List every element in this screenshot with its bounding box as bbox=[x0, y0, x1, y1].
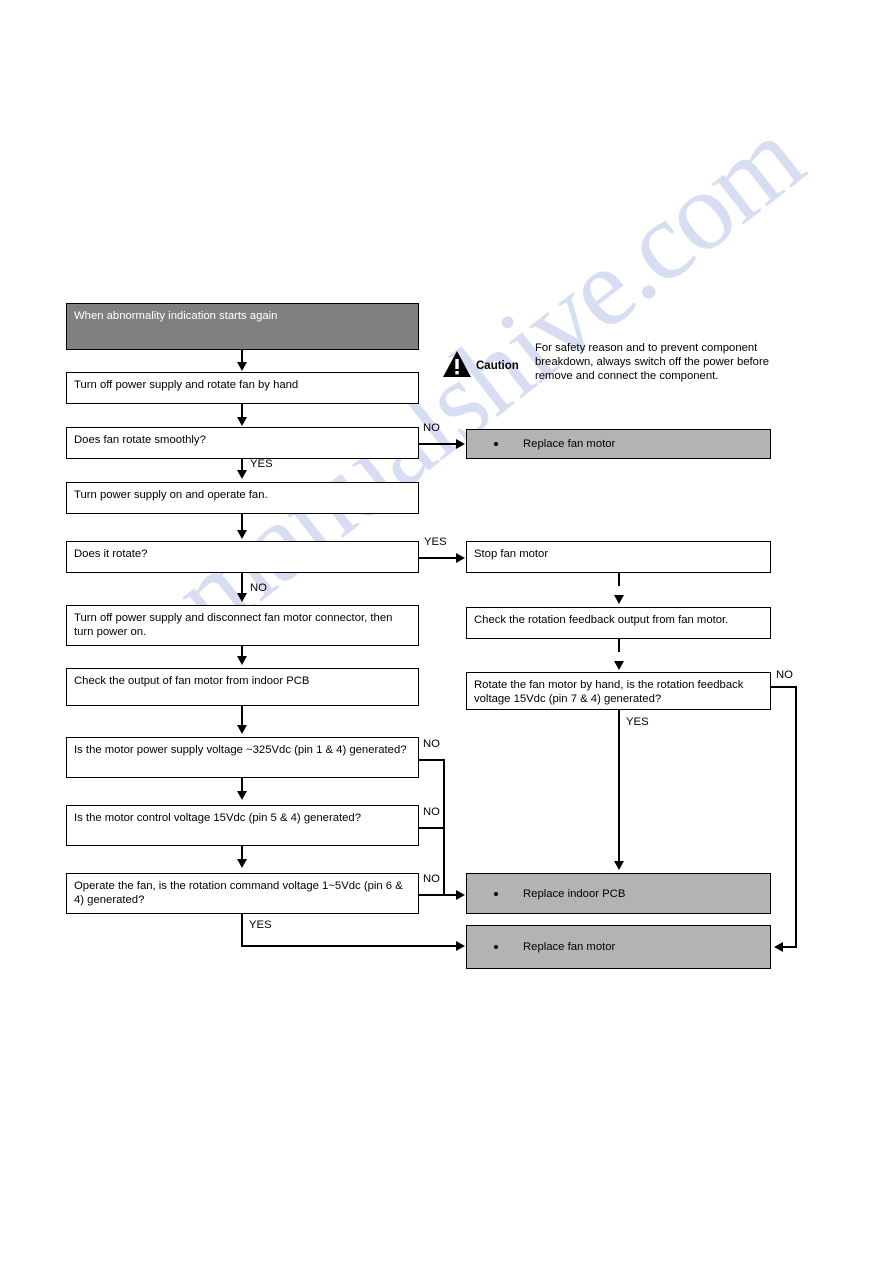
flow-node-label: Turn off power supply and rotate fan by … bbox=[74, 379, 299, 391]
arrowhead-down bbox=[237, 470, 247, 479]
flow-node-label: Turn power supply on and operate fan. bbox=[74, 489, 268, 501]
connector-l7-to-l8 bbox=[241, 778, 243, 792]
connector-no-merge-bus bbox=[443, 759, 445, 896]
caution-text: For safety reason and to prevent compone… bbox=[535, 342, 770, 383]
connector-l8-to-l9 bbox=[241, 846, 243, 860]
flow-node-label: Is the motor control voltage 15Vdc (pin … bbox=[74, 812, 361, 824]
arrowhead-left bbox=[774, 942, 783, 952]
edge-label-yes-command: YES bbox=[249, 919, 272, 931]
flow-node-label: Stop fan motor bbox=[474, 548, 549, 560]
warning-triangle-icon bbox=[443, 351, 471, 377]
connector-l4-to-l5 bbox=[241, 573, 243, 594]
connector-l9-no bbox=[419, 894, 459, 896]
connector-r3-no-top bbox=[771, 686, 797, 688]
edge-label-yes-fan-rotate: YES bbox=[250, 458, 273, 470]
edge-label-no-fan-rotate: NO bbox=[423, 422, 440, 434]
edge-label-yes-it-rotate: YES bbox=[424, 536, 447, 548]
connector-l2-no bbox=[419, 443, 459, 445]
connector-l9-yes-drop bbox=[241, 914, 243, 947]
connector-l7-no bbox=[419, 759, 445, 761]
arrowhead-right bbox=[456, 941, 465, 951]
flow-node-turn-off-rotate-by-hand: Turn off power supply and rotate fan by … bbox=[66, 372, 419, 404]
arrowhead-down bbox=[237, 593, 247, 602]
flow-node-check-output-indoor-pcb: Check the output of fan motor from indoo… bbox=[66, 668, 419, 706]
arrowhead-down bbox=[614, 861, 624, 870]
bullet-icon bbox=[494, 945, 498, 949]
arrowhead-down bbox=[237, 417, 247, 426]
arrowhead-down bbox=[237, 791, 247, 800]
flow-node-header: When abnormality indication starts again bbox=[66, 303, 419, 350]
caution-caption: Caution bbox=[476, 360, 519, 372]
flow-result-replace-fan-motor-bottom: Replace fan motor bbox=[466, 925, 771, 969]
arrowhead-down bbox=[237, 725, 247, 734]
flow-node-does-it-rotate: Does it rotate? bbox=[66, 541, 419, 573]
edge-label-yes-feedback: YES bbox=[626, 716, 649, 728]
flow-node-label: Operate the fan, is the rotation command… bbox=[74, 880, 403, 907]
arrowhead-down bbox=[237, 859, 247, 868]
flow-result-label: Replace indoor PCB bbox=[523, 887, 626, 900]
edge-label-no-command: NO bbox=[423, 873, 440, 885]
flow-node-check-rotation-feedback: Check the rotation feedback output from … bbox=[466, 607, 771, 639]
flow-node-motor-control-voltage: Is the motor control voltage 15Vdc (pin … bbox=[66, 805, 419, 846]
bullet-icon bbox=[494, 891, 498, 896]
flow-node-label: Check the output of fan motor from indoo… bbox=[74, 675, 310, 687]
arrowhead-down bbox=[614, 595, 624, 604]
arrowhead-right bbox=[456, 890, 465, 900]
flow-node-label: Check the rotation feedback output from … bbox=[474, 614, 729, 626]
connector-l3-to-l4 bbox=[241, 514, 243, 531]
edge-label-no-325vdc: NO bbox=[423, 738, 440, 750]
connector-l4-yes bbox=[419, 557, 459, 559]
connector-r2-to-r3 bbox=[618, 639, 620, 652]
flow-node-rotate-fan-feedback-voltage: Rotate the fan motor by hand, is the rot… bbox=[466, 672, 771, 710]
flow-node-turn-power-on-operate-fan: Turn power supply on and operate fan. bbox=[66, 482, 419, 514]
connector-l6-to-l7 bbox=[241, 706, 243, 726]
flow-node-label: Turn off power supply and disconnect fan… bbox=[74, 612, 393, 639]
flow-node-does-fan-rotate-smoothly: Does fan rotate smoothly? bbox=[66, 427, 419, 459]
flow-node-disconnect-fan-motor-connector: Turn off power supply and disconnect fan… bbox=[66, 605, 419, 646]
edge-label-no-15vdc: NO bbox=[423, 806, 440, 818]
flow-result-replace-fan-motor-top: Replace fan motor bbox=[466, 429, 771, 459]
edge-label-no-it-rotate: NO bbox=[250, 582, 267, 594]
flow-node-motor-power-supply-voltage: Is the motor power supply voltage ~325Vd… bbox=[66, 737, 419, 778]
arrowhead-down bbox=[237, 656, 247, 665]
connector-l8-no bbox=[419, 827, 445, 829]
flow-result-replace-indoor-pcb: Replace indoor PCB bbox=[466, 873, 771, 914]
flow-node-label: Rotate the fan motor by hand, is the rot… bbox=[474, 679, 744, 706]
arrowhead-right bbox=[456, 439, 465, 449]
connector-r3-no-bus bbox=[795, 686, 797, 948]
flow-result-label: Replace fan motor bbox=[523, 437, 616, 450]
connector-l1-to-l2 bbox=[241, 404, 243, 417]
flow-result-label: Replace fan motor bbox=[523, 940, 616, 953]
flow-node-label: Does it rotate? bbox=[74, 548, 148, 560]
arrowhead-down bbox=[237, 362, 247, 371]
arrowhead-right bbox=[456, 553, 465, 563]
connector-r3-yes bbox=[618, 710, 620, 862]
bullet-icon bbox=[494, 442, 498, 446]
edge-label-no-feedback: NO bbox=[776, 669, 793, 681]
flowchart-canvas: manualshive.com When abnormality indicat… bbox=[0, 0, 893, 1263]
connector-l9-yes-run bbox=[241, 945, 459, 947]
arrowhead-down bbox=[614, 661, 624, 670]
connector-r3-no-return bbox=[782, 946, 797, 948]
flow-node-header-label: When abnormality indication starts again bbox=[74, 310, 278, 322]
flow-node-rotation-command-voltage: Operate the fan, is the rotation command… bbox=[66, 873, 419, 914]
arrowhead-down bbox=[237, 530, 247, 539]
connector-r1-to-r2 bbox=[618, 573, 620, 586]
flow-node-label: Is the motor power supply voltage ~325Vd… bbox=[74, 744, 407, 756]
flow-node-label: Does fan rotate smoothly? bbox=[74, 434, 206, 446]
flow-node-stop-fan-motor: Stop fan motor bbox=[466, 541, 771, 573]
